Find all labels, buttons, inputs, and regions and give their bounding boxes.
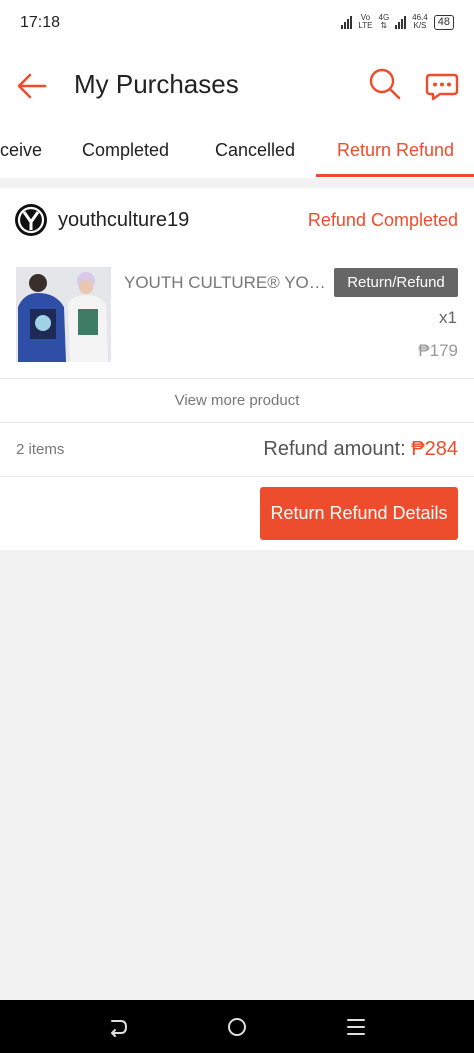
system-nav-bar — [0, 1000, 474, 1053]
product-photo-icon — [16, 267, 111, 362]
net-speed-unit: K/S — [413, 21, 427, 30]
tab-return-refund[interactable]: Return Refund — [337, 140, 454, 161]
view-more-product-link[interactable]: View more product — [0, 392, 474, 409]
product-quantity: x1 — [439, 308, 457, 327]
status-indicators: Vo LTE 4G ⇅ 46.4 K/S 48 — [341, 14, 454, 30]
status-time: 17:18 — [20, 14, 61, 31]
items-count: 2 items — [16, 441, 65, 458]
home-nav-icon[interactable] — [225, 1015, 249, 1039]
product-price: ₱179 — [418, 341, 458, 360]
product-name[interactable]: YOUTH CULTURE® YOUTH CULTURE — [124, 273, 332, 293]
battery-icon: 48 — [433, 14, 454, 30]
header: My Purchases — [0, 50, 474, 120]
refund-summary: Refund amount: ₱284 — [263, 438, 458, 461]
data-arrows-icon: ⇅ — [380, 21, 388, 30]
tab-cancelled[interactable]: Cancelled — [215, 140, 295, 161]
return-refund-badge: Return/Refund — [334, 268, 458, 297]
divider — [0, 422, 474, 423]
divider — [0, 476, 474, 477]
back-nav-icon[interactable] — [106, 1015, 130, 1039]
page-title: My Purchases — [74, 69, 239, 99]
network-gen: 4G ⇅ — [379, 14, 390, 30]
active-tab-indicator — [316, 174, 474, 177]
volte-indicator: Vo LTE — [358, 14, 372, 30]
volte-bottom: LTE — [358, 21, 373, 30]
tab-to-receive[interactable]: ceive — [0, 140, 42, 161]
order-status: Refund Completed — [307, 210, 458, 230]
return-refund-details-button[interactable]: Return Refund Details — [260, 487, 458, 540]
signal-icon — [341, 15, 353, 29]
arrow-left-icon[interactable] — [14, 68, 50, 104]
divider — [0, 378, 474, 379]
shop-name[interactable]: youthculture19 — [58, 209, 189, 232]
order-tabs: ceive Completed Cancelled Return Refund — [0, 120, 474, 178]
product-image[interactable] — [16, 267, 111, 362]
shop-logo-icon — [15, 204, 47, 236]
chat-icon[interactable] — [424, 67, 460, 103]
search-icon[interactable] — [368, 67, 402, 101]
order-card[interactable]: youthculture19 Refund Completed YOUTH CU… — [0, 188, 474, 550]
net-speed: 46.4 K/S — [412, 14, 428, 30]
refund-label: Refund amount: — [263, 438, 412, 460]
refund-amount: ₱284 — [411, 438, 458, 460]
menu-nav-icon[interactable] — [344, 1015, 368, 1039]
status-bar: 17:18 Vo LTE 4G ⇅ 46.4 K/S 48 — [0, 0, 474, 50]
signal-icon-2 — [395, 15, 407, 29]
tab-completed[interactable]: Completed — [82, 140, 169, 161]
